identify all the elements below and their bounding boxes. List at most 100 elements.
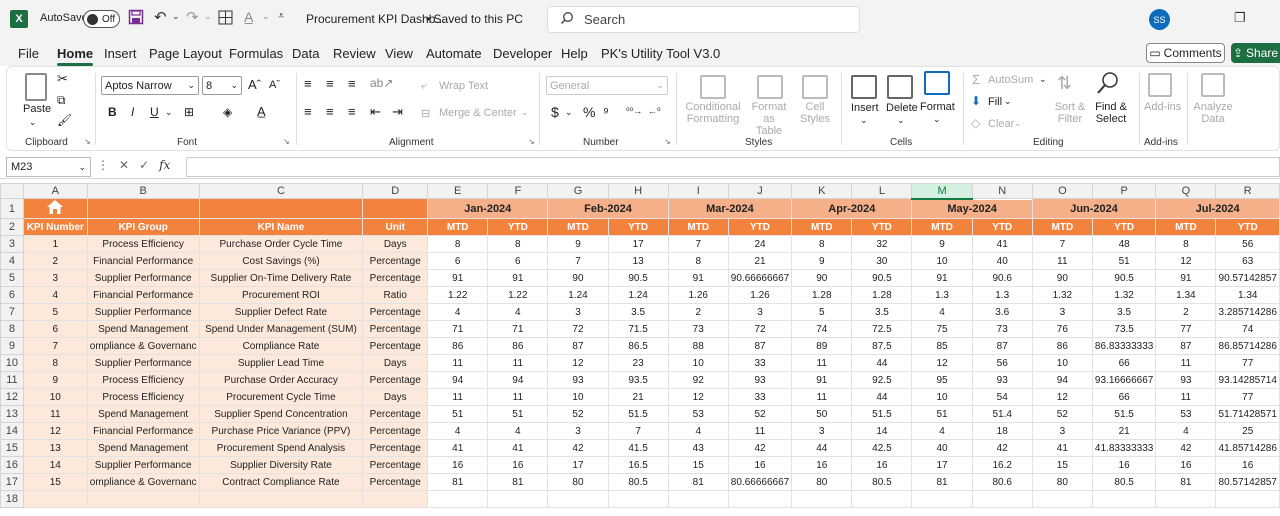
- cell-styles-label[interactable]: Cell Styles: [795, 101, 835, 125]
- cell[interactable]: 93: [547, 371, 609, 389]
- cell[interactable]: 90.5: [851, 269, 913, 287]
- cell[interactable]: 51: [911, 405, 973, 423]
- italic-icon[interactable]: I: [131, 105, 134, 119]
- cell[interactable]: Days: [362, 235, 429, 253]
- row-header[interactable]: 13: [0, 405, 24, 423]
- cell[interactable]: 8: [791, 235, 853, 253]
- column-header-c[interactable]: C: [198, 183, 364, 199]
- cell[interactable]: 86: [487, 337, 549, 355]
- cell[interactable]: 16.5: [607, 456, 669, 474]
- cell[interactable]: 21: [607, 388, 669, 406]
- cell[interactable]: Compliance Rate: [198, 337, 364, 355]
- row-header[interactable]: 2: [0, 218, 24, 236]
- decrease-font-icon[interactable]: Aˇ: [269, 79, 280, 91]
- cell[interactable]: 12: [667, 388, 729, 406]
- cell[interactable]: 12: [1155, 252, 1217, 270]
- home-icon[interactable]: [22, 198, 88, 219]
- increase-decimal-icon[interactable]: ⁰⁰→: [626, 106, 642, 117]
- cell[interactable]: 1.34: [1215, 286, 1280, 304]
- cell[interactable]: 87: [547, 337, 609, 355]
- cell[interactable]: 77: [1215, 388, 1280, 406]
- paste-label[interactable]: Paste: [23, 103, 51, 115]
- tab-data[interactable]: Data: [292, 46, 319, 61]
- column-header-n[interactable]: N: [971, 183, 1033, 199]
- cell[interactable]: 4: [911, 422, 973, 440]
- cell[interactable]: Percentage: [362, 405, 429, 423]
- cell[interactable]: 52: [727, 405, 793, 423]
- clear-dropdown-icon[interactable]: ⌄: [1014, 118, 1022, 129]
- cell[interactable]: 15: [1031, 456, 1093, 474]
- cell[interactable]: [362, 490, 429, 508]
- cell[interactable]: Supplier On-Time Delivery Rate: [198, 269, 364, 287]
- cell[interactable]: 90.6: [971, 269, 1033, 287]
- cell[interactable]: 17: [911, 456, 973, 474]
- column-header-p[interactable]: P: [1091, 183, 1157, 199]
- column-header-k[interactable]: K: [791, 183, 853, 199]
- cell[interactable]: 88: [667, 337, 729, 355]
- cell[interactable]: 91: [1155, 269, 1217, 287]
- column-header-h[interactable]: H: [607, 183, 669, 199]
- row-header[interactable]: 5: [0, 269, 24, 287]
- cell[interactable]: 86.83333333: [1091, 337, 1157, 355]
- cell[interactable]: 6: [487, 252, 549, 270]
- cell[interactable]: 2: [667, 303, 729, 321]
- format-as-table-icon[interactable]: [757, 75, 783, 99]
- font-name-select[interactable]: Aptos Narrow ⌄: [101, 76, 199, 95]
- cell[interactable]: Percentage: [362, 252, 429, 270]
- cell[interactable]: 7: [1031, 235, 1093, 253]
- cell[interactable]: 16.2: [971, 456, 1033, 474]
- cell[interactable]: 3: [791, 422, 853, 440]
- cell[interactable]: 5: [791, 303, 853, 321]
- cell[interactable]: 3.6: [971, 303, 1033, 321]
- font-color-dropdown-icon[interactable]: ⌄: [262, 11, 270, 22]
- cell[interactable]: 41: [427, 439, 489, 457]
- cell[interactable]: 13: [22, 439, 88, 457]
- cell[interactable]: 10: [22, 388, 88, 406]
- cell[interactable]: 89: [791, 337, 853, 355]
- cell[interactable]: Supplier Defect Rate: [198, 303, 364, 321]
- tab-review[interactable]: Review: [333, 46, 376, 61]
- cell[interactable]: [607, 490, 669, 508]
- cell[interactable]: [22, 490, 88, 508]
- column-header-m[interactable]: M: [911, 183, 973, 200]
- cell[interactable]: 1.26: [727, 286, 793, 304]
- cell[interactable]: 94: [1031, 371, 1093, 389]
- cell[interactable]: 91: [427, 269, 489, 287]
- increase-font-icon[interactable]: Aˆ: [248, 77, 261, 92]
- cell[interactable]: Days: [362, 388, 429, 406]
- cell[interactable]: 86: [427, 337, 489, 355]
- cell[interactable]: 40: [971, 252, 1033, 270]
- cell[interactable]: Purchase Price Variance (PPV): [198, 422, 364, 440]
- cell[interactable]: 80.5: [607, 473, 669, 491]
- cell[interactable]: [791, 490, 853, 508]
- decrease-indent-icon[interactable]: ⇤: [370, 104, 381, 120]
- row-header[interactable]: 9: [0, 337, 24, 355]
- cell[interactable]: Financial Performance: [86, 422, 200, 440]
- cell[interactable]: 4: [911, 303, 973, 321]
- cell[interactable]: Supplier Spend Concentration: [198, 405, 364, 423]
- cell[interactable]: 1.26: [667, 286, 729, 304]
- cell[interactable]: 71: [487, 320, 549, 338]
- merge-icon[interactable]: ⊟: [421, 107, 430, 120]
- cell[interactable]: 77: [1215, 354, 1280, 372]
- cell[interactable]: 1.28: [791, 286, 853, 304]
- cell[interactable]: 72: [547, 320, 609, 338]
- conditional-formatting-icon[interactable]: [700, 75, 726, 99]
- cell[interactable]: 11: [22, 405, 88, 423]
- cell[interactable]: Spend Management: [86, 320, 200, 338]
- paste-icon[interactable]: [25, 73, 47, 101]
- cell[interactable]: 7: [607, 422, 669, 440]
- wrap-text-icon[interactable]: ⤶: [421, 80, 427, 93]
- cell[interactable]: 3: [1031, 422, 1093, 440]
- cell[interactable]: 18: [971, 422, 1033, 440]
- cell[interactable]: [911, 490, 973, 508]
- cell[interactable]: 93: [971, 371, 1033, 389]
- cell[interactable]: 6: [427, 252, 489, 270]
- conditional-formatting-label[interactable]: Conditional Formatting: [685, 101, 741, 125]
- alignment-launcher-icon[interactable]: ↘: [528, 137, 535, 146]
- column-header-l[interactable]: L: [851, 183, 913, 199]
- cell[interactable]: 33: [727, 354, 793, 372]
- font-color-icon[interactable]: A̲: [244, 9, 253, 25]
- cell[interactable]: 77: [1155, 320, 1217, 338]
- fill-color-icon[interactable]: ◈: [223, 105, 232, 119]
